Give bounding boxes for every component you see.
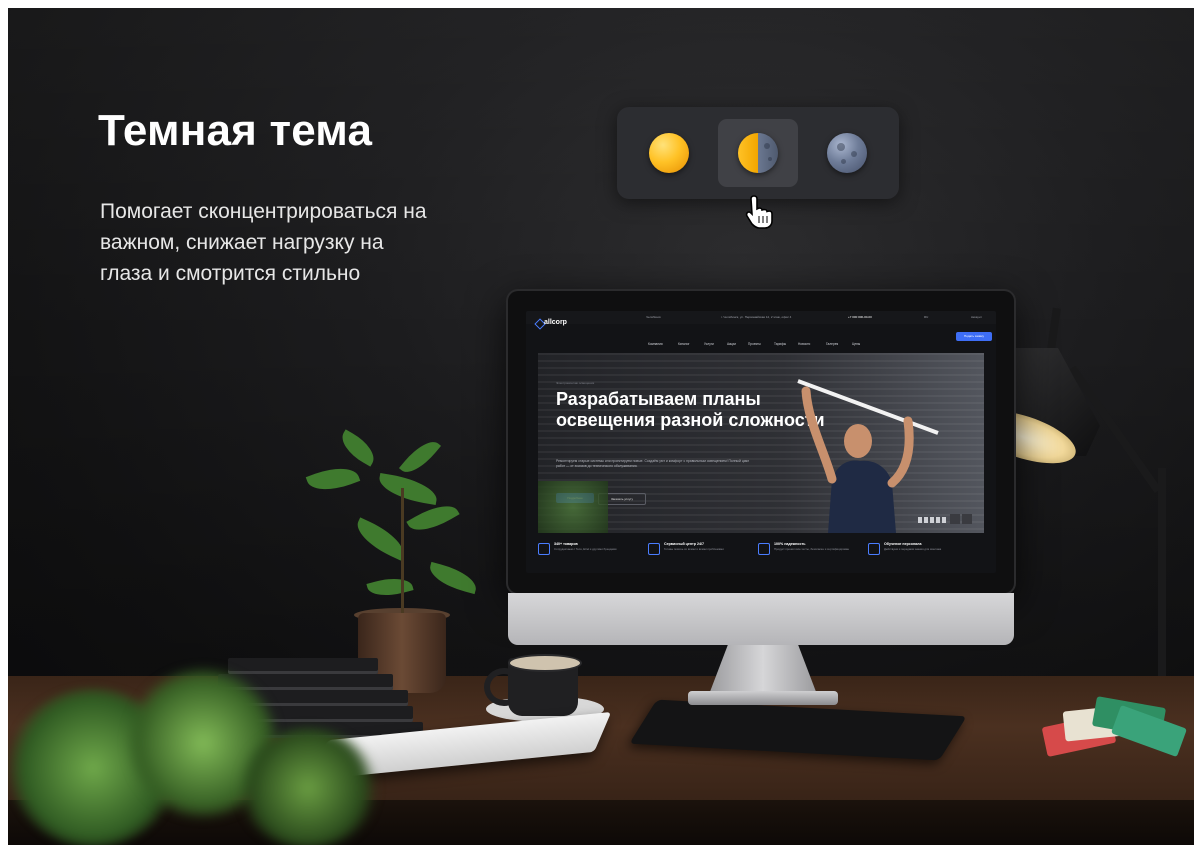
nav-item[interactable]: Каталог: [678, 342, 690, 346]
light-theme-button[interactable]: [629, 119, 709, 187]
scene: Темная тема Помогает сконцентрироваться …: [8, 8, 1194, 845]
page-title: Темная тема: [98, 106, 373, 155]
address-text: г. Челябинск, ул. Первомайская 12, 2 эта…: [721, 315, 792, 319]
feature-title: Сервисный центр 24/7: [664, 542, 704, 546]
color-swatches: [1041, 696, 1194, 758]
feature-icon: [538, 543, 550, 555]
feature-title: Обучение персонала: [884, 542, 922, 546]
request-button[interactable]: Подать заявку: [956, 332, 992, 341]
website-preview: Челябинск г. Челябинск, ул. Первомайская…: [526, 311, 996, 573]
site-logo[interactable]: allcorp: [544, 319, 567, 326]
monitor: Челябинск г. Челябинск, ул. Первомайская…: [508, 291, 1014, 593]
half-sun-moon-icon: [738, 133, 778, 173]
sun-icon: [649, 133, 689, 173]
site-hero: Электромонтаж освещения Разрабатываем пл…: [538, 353, 984, 533]
hand-pointer-icon: [745, 195, 773, 229]
hero-headline: Разрабатываем планы освещения разной сло…: [556, 389, 825, 430]
feature-text: Действуем и передаём знания для монтажа: [884, 547, 942, 551]
nav-item[interactable]: Цены: [852, 342, 860, 346]
slider-next-button[interactable]: [962, 514, 972, 524]
phone-text[interactable]: +7 000 000-00-00: [848, 315, 872, 319]
nav-item[interactable]: Компания: [648, 342, 663, 346]
city-select[interactable]: Челябинск: [646, 315, 661, 319]
hero-tag: Электромонтаж освещения: [556, 381, 595, 385]
coffee: [508, 654, 582, 672]
site-features: 340+ товаров Сотрудничаем с Tens, Etrel …: [538, 541, 984, 569]
site-topbar: Челябинск г. Челябинск, ул. Первомайская…: [526, 311, 996, 324]
dark-theme-button[interactable]: [807, 119, 887, 187]
feature-text: Готовы помочь со всеми и всеми проблемам…: [664, 547, 724, 551]
moon-icon: [827, 133, 867, 173]
auto-theme-button[interactable]: [718, 119, 798, 187]
nav-item[interactable]: Услуги: [704, 342, 714, 346]
feature-icon: [868, 543, 880, 555]
theme-switcher: [617, 107, 899, 199]
page-description: Помогает сконцентрироваться на важном, с…: [100, 200, 427, 285]
hero-subtext: Ремонтируем старые системы или проектиру…: [556, 459, 750, 468]
nav-item[interactable]: Галерея: [826, 342, 838, 346]
feature-title: 340+ товаров: [554, 542, 578, 546]
monitor-stand-base: [688, 691, 838, 705]
feature-text: Продукт прошёл все тесты, безопасен и се…: [774, 547, 850, 551]
language-select[interactable]: RU: [924, 315, 928, 319]
hero-person-image: [797, 379, 939, 533]
nav-item[interactable]: Акции: [727, 342, 736, 346]
foreground-plant: [8, 648, 388, 845]
slider-prev-button[interactable]: [950, 514, 960, 524]
nav-item[interactable]: Новости: [798, 342, 810, 346]
hero-plant-image: [538, 481, 608, 533]
feature-icon: [648, 543, 660, 555]
nav-item[interactable]: Проекты: [748, 342, 761, 346]
feature-icon: [758, 543, 770, 555]
lamp-arm: [1158, 468, 1166, 698]
feature-title: 100% надежность: [774, 542, 806, 546]
slider-dots[interactable]: [918, 517, 946, 523]
feature-text: Сотрудничаем с Tens, Etrel и другими бре…: [554, 547, 617, 551]
nav-item[interactable]: Тарифы: [774, 342, 786, 346]
account-link[interactable]: Аккаунт: [971, 315, 982, 319]
monitor-chin: [508, 593, 1014, 645]
